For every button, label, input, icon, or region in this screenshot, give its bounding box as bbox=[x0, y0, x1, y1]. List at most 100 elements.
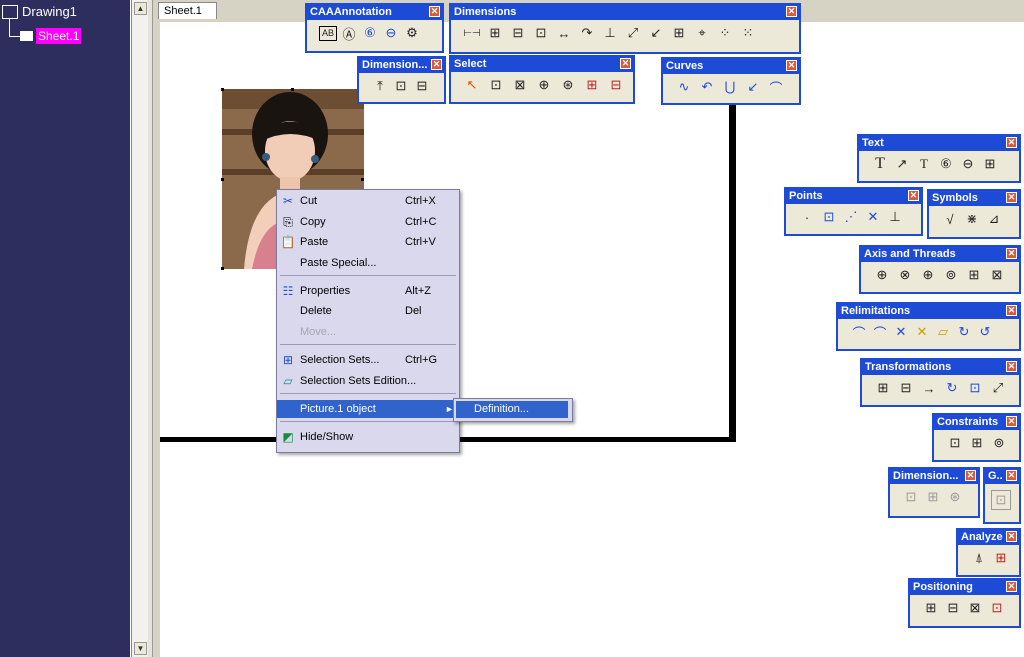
dimension-property-icon[interactable]: ⊡ bbox=[902, 488, 920, 506]
complement-icon[interactable]: ↺ bbox=[976, 323, 994, 341]
point-table-icon[interactable]: ⁙ bbox=[739, 24, 757, 42]
scroll-down-icon[interactable]: ▼ bbox=[134, 642, 147, 655]
close-icon[interactable]: ✕ bbox=[1006, 248, 1017, 259]
close-icon[interactable]: ✕ bbox=[786, 60, 797, 71]
close-icon[interactable]: ✕ bbox=[1006, 531, 1017, 542]
center-line-icon[interactable]: ⊕ bbox=[873, 266, 891, 284]
reroute-dimension-icon[interactable]: ⤒ bbox=[371, 77, 389, 95]
submenu-item-definition[interactable]: Definition... bbox=[456, 401, 568, 418]
corner-fillet-icon[interactable]: ⌒ bbox=[850, 323, 868, 341]
thread-dimension-icon[interactable]: ⊞ bbox=[670, 24, 688, 42]
menu-item-paste[interactable]: 📋 Paste Ctrl+V bbox=[277, 233, 459, 251]
eraser-icon[interactable]: ▱ bbox=[934, 323, 952, 341]
menu-item-selection-sets-edition[interactable]: ▱ Selection Sets Edition... bbox=[277, 372, 459, 390]
select-trap-icon[interactable]: ⊡ bbox=[487, 76, 505, 94]
table-icon[interactable]: ⊞ bbox=[981, 155, 999, 173]
close-icon[interactable]: ✕ bbox=[620, 58, 631, 69]
translate-icon[interactable]: → bbox=[920, 379, 938, 397]
offset-icon[interactable]: ⤢ bbox=[989, 379, 1007, 397]
datum-target-icon[interactable]: ⊖ bbox=[959, 155, 977, 173]
roughness-symbol-icon[interactable]: √ bbox=[941, 210, 959, 228]
angle-dimension-icon[interactable]: ↷ bbox=[578, 24, 596, 42]
dimension-baseline-icon[interactable]: ⊡ bbox=[532, 24, 550, 42]
dimension-stacked-icon[interactable]: ⊟ bbox=[509, 24, 527, 42]
selection-handle[interactable] bbox=[221, 178, 224, 181]
constraint-icon[interactable]: ⊡ bbox=[946, 434, 964, 452]
menu-item-paste-special[interactable]: Paste Special... bbox=[277, 254, 459, 272]
menu-item-properties[interactable]: ☷ Properties Alt+Z bbox=[277, 282, 459, 300]
dimension-chain-icon[interactable]: ⊢⊣ bbox=[463, 24, 481, 42]
analysis-display-icon[interactable]: ⊞ bbox=[992, 549, 1010, 567]
analysis-icon[interactable]: ⍋ bbox=[970, 549, 988, 567]
scale-icon[interactable]: ⊡ bbox=[966, 379, 984, 397]
dimension-align-icon[interactable]: ⊞ bbox=[924, 488, 942, 506]
circle-minus-icon[interactable]: ⊖ bbox=[382, 24, 400, 42]
menu-item-picture-object[interactable]: Picture.1 object ► bbox=[277, 400, 459, 418]
close-arc-icon[interactable]: ↻ bbox=[955, 323, 973, 341]
arc-icon[interactable]: ⌒ bbox=[767, 78, 785, 96]
menu-item-cut[interactable]: ✂ Cut Ctrl+X bbox=[277, 192, 459, 210]
position-icon[interactable]: ⊡ bbox=[988, 599, 1006, 617]
menu-item-selection-sets[interactable]: ⊞ Selection Sets... Ctrl+G bbox=[277, 351, 459, 369]
gear-icon[interactable]: ⚙ bbox=[403, 24, 421, 42]
tree-root-item[interactable]: Drawing1 bbox=[2, 4, 77, 19]
diameter-dimension-icon[interactable]: ⤢ bbox=[624, 24, 642, 42]
connect-curve-icon[interactable]: ↶ bbox=[698, 78, 716, 96]
chamfer-icon[interactable]: ⌒ bbox=[871, 323, 889, 341]
circle-a-icon[interactable]: Ⓐ bbox=[340, 24, 358, 42]
align-icon[interactable]: ⊞ bbox=[922, 599, 940, 617]
break-icon[interactable]: ✕ bbox=[913, 323, 931, 341]
spline-icon[interactable]: ∿ bbox=[675, 78, 693, 96]
close-icon[interactable]: ✕ bbox=[1006, 192, 1017, 203]
symmetry-icon[interactable]: ⊟ bbox=[897, 379, 915, 397]
dimension-style-icon[interactable]: ⊛ bbox=[946, 488, 964, 506]
text-icon[interactable]: T bbox=[871, 155, 889, 173]
close-icon[interactable]: ✕ bbox=[1006, 305, 1017, 316]
close-icon[interactable]: ✕ bbox=[1006, 416, 1017, 427]
select-arrow-icon[interactable]: ↖ bbox=[463, 76, 481, 94]
menu-item-delete[interactable]: Delete Del bbox=[277, 302, 459, 320]
close-icon[interactable]: ✕ bbox=[908, 190, 919, 201]
select-outside-intersect-icon[interactable]: ⊟ bbox=[607, 76, 625, 94]
intersection-point-icon[interactable]: ✕ bbox=[864, 208, 882, 226]
rotate-icon[interactable]: ↻ bbox=[943, 379, 961, 397]
close-icon[interactable]: ✕ bbox=[1006, 470, 1017, 481]
equidistant-points-icon[interactable]: ⋰ bbox=[842, 208, 860, 226]
annotation-ab-icon[interactable]: AB bbox=[319, 25, 337, 41]
contact-constraint-icon[interactable]: ⊚ bbox=[990, 434, 1008, 452]
radius-dimension-icon[interactable]: ⊥ bbox=[601, 24, 619, 42]
constraint-dialog-icon[interactable]: ⊞ bbox=[968, 434, 986, 452]
projection-point-icon[interactable]: ⊥ bbox=[886, 208, 904, 226]
axis-line-center-icon[interactable]: ⊠ bbox=[988, 266, 1006, 284]
align-horizontal-icon[interactable]: ⊠ bbox=[966, 599, 984, 617]
select-outside-trap-icon[interactable]: ⊞ bbox=[583, 76, 601, 94]
tree-scrollbar[interactable]: ▲ ▼ bbox=[131, 0, 148, 657]
close-icon[interactable]: ✕ bbox=[1006, 137, 1017, 148]
selection-handle[interactable] bbox=[221, 267, 224, 270]
point-icon[interactable]: · bbox=[798, 208, 816, 226]
trim-icon[interactable]: ✕ bbox=[892, 323, 910, 341]
text-with-leader-icon[interactable]: ↗ bbox=[893, 155, 911, 173]
close-icon[interactable]: ✕ bbox=[786, 6, 797, 17]
center-line-reference-icon[interactable]: ⊗ bbox=[896, 266, 914, 284]
tab-sheet[interactable]: Sheet.1 bbox=[158, 2, 217, 19]
generative-icon[interactable]: ⊡ bbox=[991, 490, 1011, 510]
select-intersecting-icon[interactable]: ⊠ bbox=[511, 76, 529, 94]
menu-item-hide-show[interactable]: ◩ Hide/Show bbox=[277, 428, 459, 446]
close-icon[interactable]: ✕ bbox=[1006, 361, 1017, 372]
close-icon[interactable]: ✕ bbox=[431, 59, 442, 70]
conic-icon[interactable]: ⋃ bbox=[721, 78, 739, 96]
balloon-icon[interactable]: ⑥ bbox=[937, 155, 955, 173]
dimension-cumulate-icon[interactable]: ⊞ bbox=[486, 24, 504, 42]
corner-icon[interactable]: ↙ bbox=[744, 78, 762, 96]
menu-item-copy[interactable]: ⎘ Copy Ctrl+C bbox=[277, 213, 459, 231]
axis-line-icon[interactable]: ⊞ bbox=[965, 266, 983, 284]
mirror-icon[interactable]: ⊞ bbox=[874, 379, 892, 397]
selection-handle[interactable] bbox=[361, 178, 364, 181]
length-dimension-icon[interactable]: ↔ bbox=[555, 24, 573, 42]
hole-table-icon[interactable]: ⁘ bbox=[716, 24, 734, 42]
close-icon[interactable]: ✕ bbox=[429, 6, 440, 17]
select-polygon-icon[interactable]: ⊕ bbox=[535, 76, 553, 94]
chamfer-dimension-icon[interactable]: ↙ bbox=[647, 24, 665, 42]
circle-6-icon[interactable]: ⑥ bbox=[361, 24, 379, 42]
